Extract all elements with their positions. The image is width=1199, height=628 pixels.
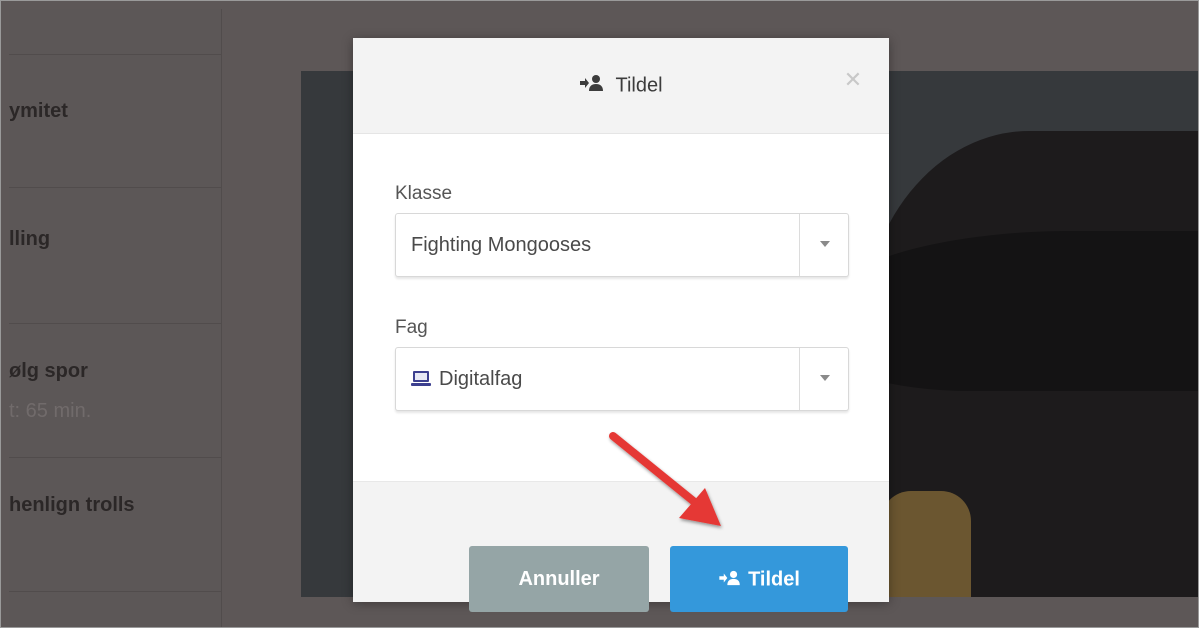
assign-user-icon xyxy=(579,74,605,98)
assign-user-icon xyxy=(718,547,742,613)
list-item-label: ymitet xyxy=(9,100,68,122)
list-item[interactable]: lling xyxy=(9,187,221,324)
close-icon[interactable]: ✕ xyxy=(841,68,865,92)
annotation-arrow-icon xyxy=(609,432,721,526)
fag-label: Fag xyxy=(395,317,428,338)
assign-button-label: Tildel xyxy=(748,568,800,591)
list-item[interactable]: ølg spor t: 65 min. xyxy=(9,323,221,458)
list-item-label: lling xyxy=(9,228,51,250)
modal-header: Tildel ✕ xyxy=(353,38,889,134)
list-item[interactable]: henlign trolls xyxy=(9,457,221,592)
klasse-select-value: Fighting Mongooses xyxy=(411,234,592,256)
list-item-label: henlign trolls xyxy=(9,494,135,516)
left-task-list: ymitet lling ølg spor t: 65 min. henlign… xyxy=(9,9,222,627)
fag-select[interactable]: Digitalfag xyxy=(395,347,849,411)
assign-button[interactable]: Tildel xyxy=(670,546,848,612)
list-item xyxy=(9,591,221,627)
modal-title: Tildel xyxy=(353,74,889,98)
chevron-down-icon xyxy=(820,241,830,247)
laptop-icon xyxy=(411,370,431,394)
list-item[interactable]: ymitet xyxy=(9,54,221,188)
klasse-label: Klasse xyxy=(395,183,453,204)
klasse-select[interactable]: Fighting Mongooses xyxy=(395,213,849,277)
list-item-label: ølg spor xyxy=(9,360,88,382)
screenshot-frame: ymitet lling ølg spor t: 65 min. henlign… xyxy=(0,0,1199,628)
chevron-down-icon xyxy=(820,375,830,381)
list-item-duration: t: 65 min. xyxy=(9,400,92,422)
cancel-button[interactable]: Annuller xyxy=(469,546,649,612)
fag-select-value: Digitalfag xyxy=(439,368,523,390)
